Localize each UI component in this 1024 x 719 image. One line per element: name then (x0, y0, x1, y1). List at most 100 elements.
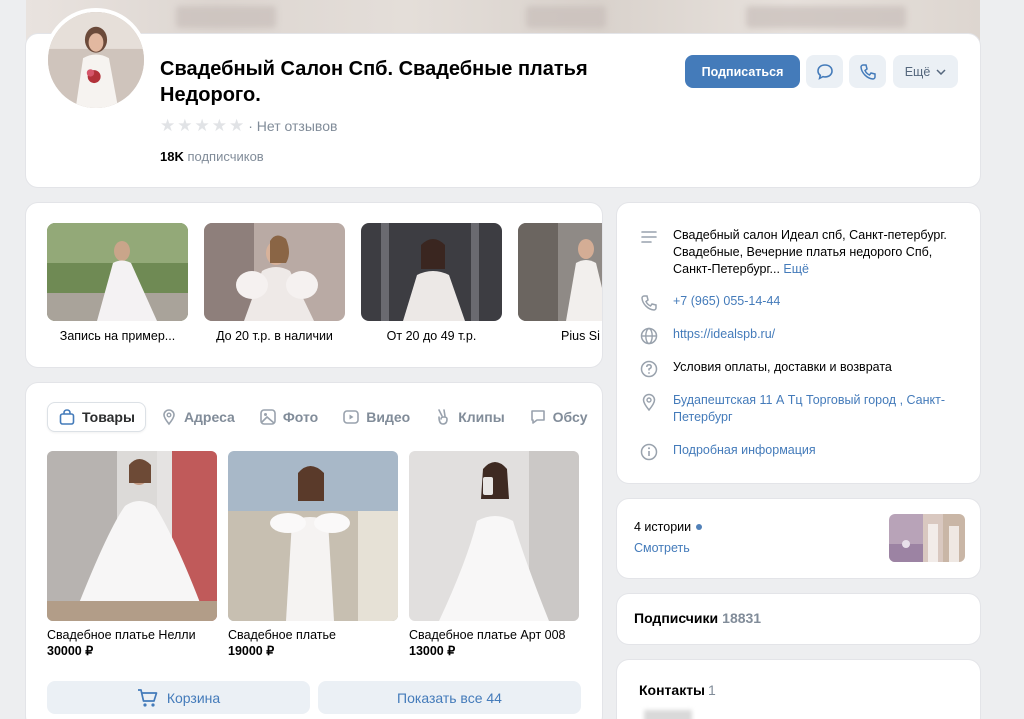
goods-section: Товары Адреса Фото Видео Клипы Обсу Свад… (26, 383, 602, 719)
stories-count: 4 истории (634, 520, 692, 534)
product-card[interactable]: Свадебное платье 19000 ₽ (228, 451, 398, 658)
stories-preview[interactable] (889, 514, 965, 562)
product-name: Свадебное платье Арт 008 (409, 628, 566, 642)
description-row: Свадебный салон Идеал спб, Санкт-петербу… (639, 227, 959, 278)
album-label: До 20 т.р. в наличии (216, 329, 333, 343)
show-all-button[interactable]: Показать все 44 (318, 681, 581, 714)
website-link[interactable]: https://idealspb.ru/ (673, 326, 775, 343)
tab-label: Видео (366, 409, 411, 425)
stories-section: 4 истории Смотреть (617, 499, 980, 578)
contacts-title: Контакты (639, 682, 706, 698)
subscribers-total: 18831 (722, 610, 762, 626)
subscribers-count: 18K (160, 149, 184, 164)
description-body: Свадебный салон Идеал спб, Санкт-петербу… (673, 228, 947, 276)
video-icon (343, 410, 360, 424)
album-thumbnail (204, 223, 345, 321)
section-tabs: Товары Адреса Фото Видео Клипы Обсу (47, 402, 602, 432)
details-link[interactable]: Подробная информация (673, 442, 816, 459)
album-item[interactable]: До 20 т.р. в наличии (204, 223, 345, 343)
contacts-section[interactable]: Контакты 1 (617, 660, 980, 719)
call-button[interactable] (849, 55, 886, 88)
star-icon: ★ (160, 116, 176, 135)
contacts-heading: Контакты 1 (639, 682, 716, 698)
tab-label: Товары (82, 409, 135, 425)
description-text: Свадебный салон Идеал спб, Санкт-петербу… (673, 227, 959, 278)
question-icon (640, 360, 658, 378)
website-row[interactable]: https://idealspb.ru/ (639, 326, 959, 346)
album-item[interactable]: Pius Si (518, 223, 602, 343)
rating-stars: ★ ★ ★ ★ ★ (160, 117, 244, 134)
stories-title: 4 истории (634, 520, 703, 534)
star-icon: ★ (177, 116, 193, 135)
avatar[interactable] (44, 8, 148, 112)
pin-icon (163, 409, 175, 426)
message-button[interactable] (806, 55, 843, 88)
pin-icon (642, 393, 656, 412)
album-thumbnail (518, 223, 602, 321)
tab-addresses[interactable]: Адреса (150, 402, 245, 432)
more-label: Ещё (904, 64, 931, 79)
globe-icon (640, 327, 658, 345)
album-thumbnail (47, 223, 188, 321)
tab-label: Обсу (552, 409, 588, 425)
tab-photos[interactable]: Фото (249, 402, 328, 432)
payment-terms-text[interactable]: Условия оплаты, доставки и возврата (673, 359, 892, 376)
address-link[interactable]: Будапештская 11 А Тц Торговый город , Са… (673, 392, 959, 426)
product-name: Свадебное платье Нелли (47, 628, 196, 642)
page-title: Свадебный Салон Спб. Свадебные платья Не… (160, 58, 588, 106)
tab-goods[interactable]: Товары (47, 402, 146, 432)
description-more-link[interactable]: Ещё (783, 262, 809, 276)
subscribers-label: подписчиков (187, 149, 264, 164)
product-name: Свадебное платье (228, 628, 336, 642)
payment-terms-row[interactable]: Условия оплаты, доставки и возврата (639, 359, 959, 379)
album-label: Запись на пример... (59, 329, 176, 343)
description-icon (641, 231, 657, 243)
star-icon: ★ (229, 116, 245, 135)
subscribers-summary[interactable]: 18K подписчиков (160, 149, 264, 164)
product-card[interactable]: Свадебное платье Нелли 30000 ₽ (47, 451, 217, 658)
chevron-down-icon (936, 68, 946, 75)
star-icon: ★ (211, 116, 227, 135)
tab-label: Клипы (458, 409, 505, 425)
product-image (47, 451, 217, 621)
bag-icon (59, 409, 75, 425)
product-price: 30000 ₽ (47, 644, 94, 658)
contact-avatar[interactable] (644, 710, 692, 719)
tab-discussions[interactable]: Обсу (519, 402, 598, 432)
product-price: 19000 ₽ (228, 644, 275, 658)
subscribe-button[interactable]: Подписаться (685, 55, 800, 88)
tab-clips[interactable]: Клипы (424, 402, 514, 432)
cart-icon (137, 688, 158, 707)
album-item[interactable]: От 20 до 49 т.р. (361, 223, 502, 343)
contacts-count: 1 (708, 682, 716, 698)
product-image (228, 451, 398, 621)
phone-link[interactable]: +7 (965) 055-14-44 (673, 293, 780, 310)
cart-label: Корзина (166, 689, 221, 706)
album-label: От 20 до 49 т.р. (386, 329, 477, 343)
subscribers-section[interactable]: Подписчики 18831 (617, 594, 980, 644)
subscribers-heading: Подписчики 18831 (634, 610, 761, 626)
address-row[interactable]: Будапештская 11 А Тц Торговый город , Са… (639, 392, 959, 426)
info-section: Свадебный салон Идеал спб, Санкт-петербу… (617, 203, 980, 483)
tab-label: Адреса (183, 409, 235, 425)
info-icon (640, 443, 658, 461)
album-item[interactable]: Запись на пример... (47, 223, 188, 343)
stories-watch-link[interactable]: Смотреть (634, 541, 690, 555)
star-icon: ★ (194, 116, 210, 135)
rating-text[interactable]: · Нет отзывов (248, 118, 337, 134)
product-price: 13000 ₽ (409, 644, 456, 658)
phone-icon (641, 295, 657, 311)
cart-button[interactable]: Корзина (47, 681, 310, 714)
product-card[interactable]: Свадебное платье Арт 008 13000 ₽ (409, 451, 579, 658)
more-button[interactable]: Ещё (893, 55, 958, 88)
rating: ★ ★ ★ ★ ★ · Нет отзывов (160, 117, 337, 134)
photo-icon (260, 409, 276, 425)
phone-row[interactable]: +7 (965) 055-14-44 (639, 293, 959, 313)
album-thumbnail (361, 223, 502, 321)
phone-icon (859, 63, 876, 80)
clips-icon (438, 409, 448, 425)
albums-section: Запись на пример... До 20 т.р. в наличии… (26, 203, 602, 367)
subscribers-title: Подписчики (634, 610, 719, 626)
tab-videos[interactable]: Видео (332, 402, 420, 432)
details-row[interactable]: Подробная информация (639, 442, 959, 462)
